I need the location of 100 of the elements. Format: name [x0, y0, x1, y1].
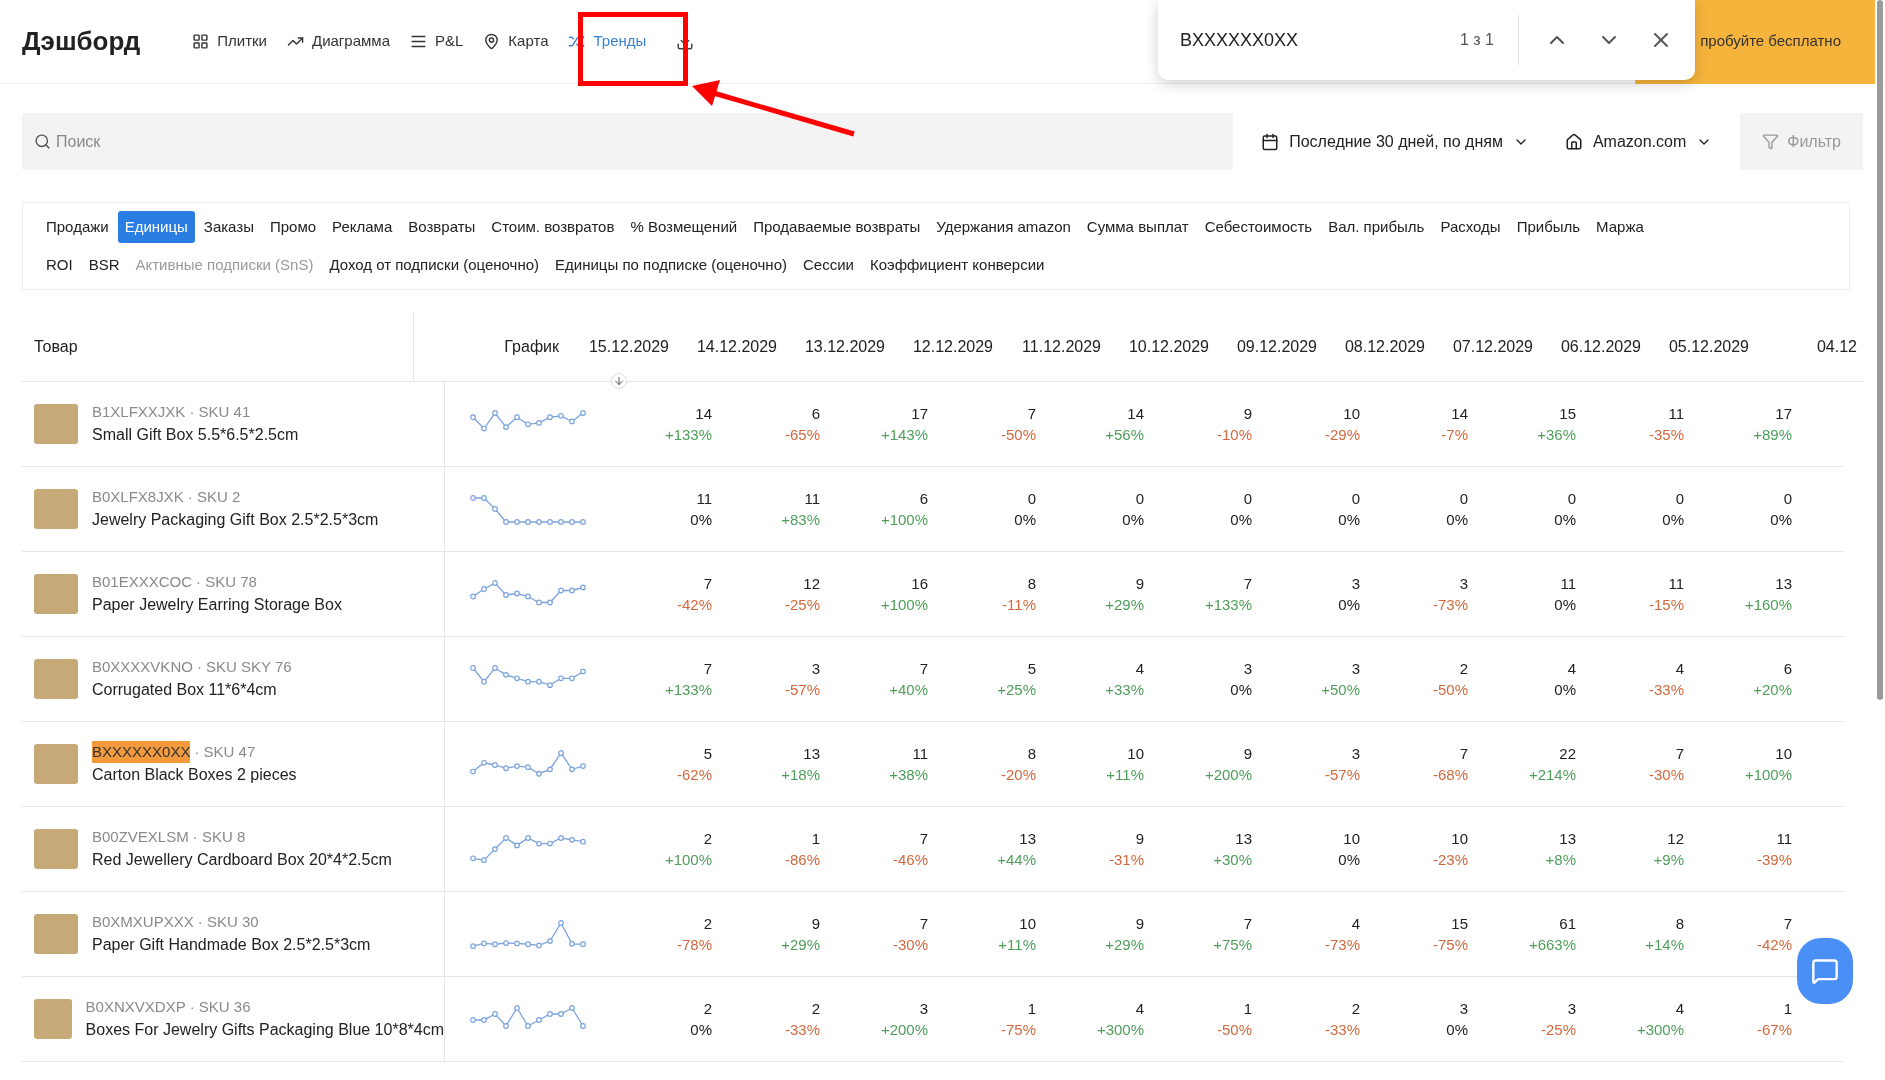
- product-name: Red Jewellery Cardboard Box 20*4*2.5cm: [92, 850, 392, 871]
- change-percent: -50%: [1432, 680, 1468, 700]
- unit-value: 0: [1243, 489, 1252, 509]
- change-percent: +44%: [997, 850, 1036, 870]
- metric-tab[interactable]: Маржа: [1589, 211, 1651, 243]
- unit-value: 10: [1775, 744, 1792, 764]
- column-header[interactable]: 14.12.2029: [696, 334, 777, 359]
- nav-tab[interactable]: Карта: [483, 30, 549, 53]
- metric-tab[interactable]: Доход от подписки (оценочно): [322, 249, 547, 281]
- metric-tab[interactable]: Вал. прибыль: [1321, 211, 1432, 243]
- column-header[interactable]: 11.12.2029: [1022, 334, 1101, 359]
- metric-tab[interactable]: Сумма выплат: [1079, 211, 1196, 243]
- unit-value: 1: [1027, 999, 1036, 1019]
- unit-value: 7: [919, 659, 928, 679]
- metric-tab[interactable]: % Возмещений: [623, 211, 745, 243]
- metric-tab[interactable]: Продажи: [39, 211, 116, 243]
- metric-tab[interactable]: Заказы: [196, 211, 261, 243]
- find-input[interactable]: BXXXXXX0XX: [1180, 26, 1460, 54]
- unit-value: 1: [811, 829, 820, 849]
- column-header[interactable]: 04.12: [1816, 334, 1857, 359]
- change-percent: -75%: [1432, 935, 1468, 955]
- change-percent: -57%: [1324, 765, 1360, 785]
- change-percent: -23%: [1432, 850, 1468, 870]
- asin-text: B0XNXVXDXP: [85, 996, 186, 1017]
- metric-tab[interactable]: Продаваемые возвраты: [746, 211, 928, 243]
- unit-value: 7: [1027, 404, 1036, 424]
- metric-tab[interactable]: Стоим. возвратов: [484, 211, 622, 243]
- nav-tab[interactable]: Плитки: [192, 30, 267, 53]
- unit-value: 5: [703, 744, 712, 764]
- unit-value: 7: [1459, 744, 1468, 764]
- product-photo-placeholder: [34, 914, 78, 954]
- unit-value: 7: [1783, 914, 1792, 934]
- unit-value: 11: [804, 489, 820, 509]
- change-percent: +56%: [1105, 425, 1144, 445]
- unit-value: 6: [811, 404, 820, 424]
- change-percent: -20%: [1000, 765, 1036, 785]
- unit-value: 8: [1675, 914, 1684, 934]
- nav-tab[interactable]: Тренды: [568, 30, 647, 53]
- metric-tab[interactable]: Коэффициент конверсии: [862, 249, 1052, 281]
- asin-text: B0XLFX8JXK: [92, 486, 184, 507]
- column-header[interactable]: 07.12.2029: [1452, 334, 1533, 359]
- column-header[interactable]: 05.12.2029: [1668, 334, 1749, 359]
- metric-tab[interactable]: Удержания amazon: [929, 211, 1078, 243]
- nav-tab[interactable]: Диаграмма: [286, 30, 390, 53]
- unit-value: 10: [1019, 914, 1036, 934]
- scrollbar[interactable]: [1877, 0, 1883, 700]
- unit-value: 10: [1127, 744, 1144, 764]
- unit-value: 1: [1783, 999, 1792, 1019]
- sku-text: · SKU 47: [194, 741, 256, 762]
- metric-tab[interactable]: Расходы: [1433, 211, 1508, 243]
- metric-tab[interactable]: ROI: [39, 249, 80, 281]
- grid-icon: [192, 33, 210, 50]
- change-percent: +11%: [998, 935, 1036, 955]
- unit-value: 0: [1459, 489, 1468, 509]
- change-percent: 0%: [1446, 1020, 1468, 1040]
- change-percent: -35%: [1648, 425, 1684, 445]
- column-header[interactable]: 09.12.2029: [1236, 334, 1317, 359]
- unit-value: 11: [1668, 404, 1684, 424]
- unit-value: 6: [1783, 659, 1792, 679]
- column-header[interactable]: 10.12.2029: [1128, 334, 1209, 359]
- unit-value: 9: [1135, 914, 1144, 934]
- metric-tab[interactable]: Прибыль: [1509, 211, 1588, 243]
- search-field[interactable]: Поиск: [22, 113, 1234, 170]
- change-percent: -57%: [784, 680, 820, 700]
- chat-button[interactable]: [1797, 938, 1853, 1004]
- unit-value: 13: [1559, 829, 1576, 849]
- metric-tab[interactable]: Реклама: [325, 211, 400, 243]
- metric-tab[interactable]: Единицы: [117, 211, 195, 243]
- column-header[interactable]: 08.12.2029: [1344, 334, 1425, 359]
- change-percent: 0%: [1554, 680, 1576, 700]
- sku-text: · SKU 36: [189, 996, 251, 1017]
- unit-value: 8: [1027, 744, 1036, 764]
- change-percent: -67%: [1756, 1020, 1792, 1040]
- nav-tab[interactable]: P&L: [410, 30, 464, 53]
- metric-tab[interactable]: BSR: [81, 249, 127, 281]
- column-header[interactable]: 13.12.2029: [804, 334, 885, 359]
- period-dropdown[interactable]: Последние 30 дней, по дням: [1253, 129, 1537, 154]
- product-name: Paper Jewelry Earring Storage Box: [92, 595, 342, 616]
- column-header[interactable]: 06.12.2029: [1560, 334, 1641, 359]
- change-percent: -50%: [1000, 425, 1036, 445]
- change-percent: +8%: [1545, 850, 1576, 870]
- metric-tab[interactable]: Себестоимость: [1197, 211, 1320, 243]
- filter-icon: [1762, 133, 1780, 150]
- unit-value: 2: [1351, 999, 1360, 1019]
- unit-value: 9: [1135, 574, 1144, 594]
- column-header[interactable]: 12.12.2029: [912, 334, 993, 359]
- marketplace-dropdown[interactable]: Amazon.com: [1556, 129, 1721, 154]
- change-percent: -25%: [1540, 1020, 1576, 1040]
- metric-tab[interactable]: Единицы по подписке (оценочно): [548, 249, 794, 281]
- metric-tab[interactable]: Возвраты: [401, 211, 483, 243]
- unit-value: 7: [1243, 574, 1252, 594]
- metric-tab[interactable]: Сессии: [796, 249, 861, 281]
- change-percent: -30%: [1648, 765, 1684, 785]
- change-percent: +663%: [1528, 935, 1576, 955]
- change-percent: 0%: [1554, 510, 1576, 530]
- change-percent: 0%: [1770, 510, 1792, 530]
- column-header[interactable]: 15.12.2029: [588, 334, 669, 359]
- product-photo-placeholder: [34, 744, 78, 784]
- metric-tab[interactable]: Промо: [262, 211, 324, 243]
- calendar-icon: [1261, 132, 1280, 151]
